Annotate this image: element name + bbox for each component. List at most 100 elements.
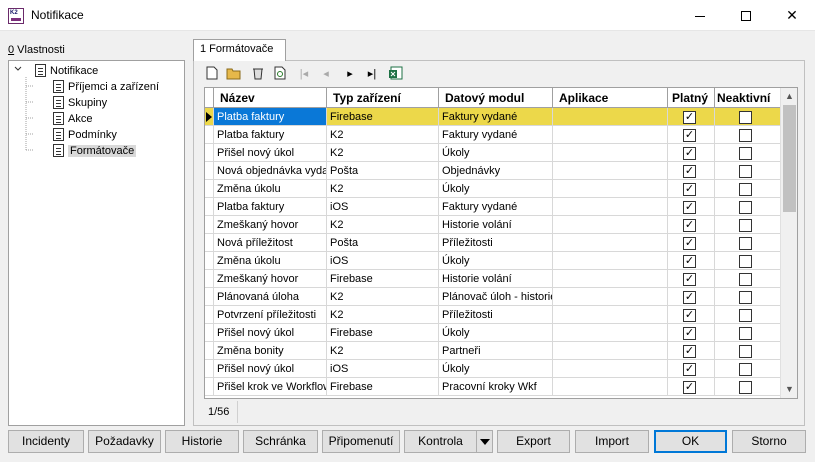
neaktivni-checkbox[interactable] xyxy=(739,327,752,340)
cell-typ[interactable]: iOS xyxy=(327,252,439,270)
cell-aplikace[interactable] xyxy=(553,108,668,126)
cell-typ[interactable]: Firebase xyxy=(327,378,439,396)
cell-aplikace[interactable] xyxy=(553,288,668,306)
incidenty-button[interactable]: Incidenty xyxy=(8,430,84,453)
cell-nazev[interactable]: Nová příležitost xyxy=(214,234,327,252)
cell-nazev[interactable]: Přišel krok ve Workflow xyxy=(214,378,327,396)
neaktivni-checkbox[interactable] xyxy=(739,309,752,322)
neaktivni-checkbox[interactable] xyxy=(739,255,752,268)
cell-nazev[interactable]: Přišel nový úkol xyxy=(214,324,327,342)
cell-modul[interactable]: Pracovní kroky Wkf xyxy=(439,378,553,396)
table-row[interactable]: Nová objednávka vyda Pošta Objednávky ✓ xyxy=(205,162,781,180)
cell-modul[interactable]: Faktury vydané xyxy=(439,198,553,216)
table-row[interactable]: Zmeškaný hovor Firebase Historie volání ✓ xyxy=(205,270,781,288)
cell-modul[interactable]: Objednávky xyxy=(439,162,553,180)
cell-nazev[interactable]: Platba faktury xyxy=(214,198,327,216)
tree-item[interactable]: Příjemci a zařízení xyxy=(53,79,159,95)
platny-checkbox[interactable]: ✓ xyxy=(683,201,696,214)
import-button[interactable]: Import xyxy=(575,430,649,453)
tab-formatovace[interactable]: 1 Formátovače xyxy=(193,39,286,61)
cell-typ[interactable]: Firebase xyxy=(327,270,439,288)
previous-record-icon[interactable]: ◂ xyxy=(318,66,334,82)
cell-aplikace[interactable] xyxy=(553,216,668,234)
table-row[interactable]: Přišel krok ve Workflow Firebase Pracovní … xyxy=(205,378,781,396)
cell-typ[interactable]: Firebase xyxy=(327,324,439,342)
first-record-icon[interactable]: |◂ xyxy=(296,66,312,82)
neaktivni-checkbox[interactable] xyxy=(739,165,752,178)
neaktivni-checkbox[interactable] xyxy=(739,237,752,250)
next-record-icon[interactable]: ▸ xyxy=(342,66,358,82)
neaktivni-checkbox[interactable] xyxy=(739,381,752,394)
cell-modul[interactable]: Plánovač úloh - historie xyxy=(439,288,553,306)
cell-aplikace[interactable] xyxy=(553,378,668,396)
platny-checkbox[interactable]: ✓ xyxy=(683,147,696,160)
cell-modul[interactable]: Historie volání xyxy=(439,270,553,288)
table-row[interactable]: Přišel nový úkol iOS Úkoly ✓ xyxy=(205,360,781,378)
platny-checkbox[interactable]: ✓ xyxy=(683,183,696,196)
neaktivni-checkbox[interactable] xyxy=(739,201,752,214)
cell-typ[interactable]: K2 xyxy=(327,144,439,162)
cell-aplikace[interactable] xyxy=(553,162,668,180)
neaktivni-checkbox[interactable] xyxy=(739,183,752,196)
refresh-icon[interactable] xyxy=(272,66,288,82)
delete-record-icon[interactable] xyxy=(250,66,266,82)
minimize-button[interactable] xyxy=(677,0,723,31)
tree-item[interactable]: Formátovače xyxy=(53,143,137,159)
platny-checkbox[interactable]: ✓ xyxy=(683,291,696,304)
cell-aplikace[interactable] xyxy=(553,234,668,252)
platny-checkbox[interactable]: ✓ xyxy=(683,237,696,250)
cell-typ[interactable]: K2 xyxy=(327,180,439,198)
cell-modul[interactable]: Úkoly xyxy=(439,144,553,162)
table-row[interactable]: Změna úkolu K2 Úkoly ✓ xyxy=(205,180,781,198)
table-row[interactable]: Změna úkolu iOS Úkoly ✓ xyxy=(205,252,781,270)
cell-typ[interactable]: Pošta xyxy=(327,234,439,252)
platny-checkbox[interactable]: ✓ xyxy=(683,381,696,394)
platny-checkbox[interactable]: ✓ xyxy=(683,327,696,340)
cell-nazev[interactable]: Plánovaná úloha xyxy=(214,288,327,306)
formatters-grid[interactable]: Název Typ zařízení Datový modul Aplikace… xyxy=(204,87,798,399)
cell-aplikace[interactable] xyxy=(553,360,668,378)
cell-modul[interactable]: Příležitosti xyxy=(439,306,553,324)
neaktivni-checkbox[interactable] xyxy=(739,345,752,358)
export-button[interactable]: Export xyxy=(497,430,570,453)
platny-checkbox[interactable]: ✓ xyxy=(683,273,696,286)
cell-typ[interactable]: Pošta xyxy=(327,162,439,180)
cell-typ[interactable]: iOS xyxy=(327,360,439,378)
cell-nazev[interactable]: Platba faktury xyxy=(214,126,327,144)
cell-typ[interactable]: K2 xyxy=(327,288,439,306)
pripomenuti-button[interactable]: Připomenutí xyxy=(322,430,400,453)
platny-checkbox[interactable]: ✓ xyxy=(683,219,696,232)
cell-modul[interactable]: Úkoly xyxy=(439,252,553,270)
neaktivni-checkbox[interactable] xyxy=(739,147,752,160)
cell-modul[interactable]: Úkoly xyxy=(439,324,553,342)
platny-checkbox[interactable]: ✓ xyxy=(683,111,696,124)
platny-checkbox[interactable]: ✓ xyxy=(683,363,696,376)
cell-modul[interactable]: Úkoly xyxy=(439,180,553,198)
cell-modul[interactable]: Faktury vydané xyxy=(439,108,553,126)
neaktivni-checkbox[interactable] xyxy=(739,273,752,286)
properties-tree[interactable]: Notifikace Příjemci a zařízení Skupiny Akce… xyxy=(8,60,185,426)
table-row[interactable]: Plánovaná úloha K2 Plánovač úloh - histori… xyxy=(205,288,781,306)
cell-modul[interactable]: Faktury vydané xyxy=(439,126,553,144)
cell-aplikace[interactable] xyxy=(553,252,668,270)
tree-item[interactable]: Akce xyxy=(53,111,92,127)
cell-nazev[interactable]: Potvrzení příležitosti xyxy=(214,306,327,324)
cell-typ[interactable]: K2 xyxy=(327,306,439,324)
cell-modul[interactable]: Úkoly xyxy=(439,360,553,378)
scroll-down-icon[interactable]: ▼ xyxy=(781,381,798,398)
open-folder-icon[interactable] xyxy=(226,66,242,82)
table-row[interactable]: Přišel nový úkol Firebase Úkoly ✓ xyxy=(205,324,781,342)
cell-nazev[interactable]: Změna úkolu xyxy=(214,252,327,270)
neaktivni-checkbox[interactable] xyxy=(739,111,752,124)
platny-checkbox[interactable]: ✓ xyxy=(683,129,696,142)
cell-typ[interactable]: K2 xyxy=(327,342,439,360)
table-row[interactable]: Zmeškaný hovor K2 Historie volání ✓ xyxy=(205,216,781,234)
table-row[interactable]: Platba faktury Firebase Faktury vydané ✓ xyxy=(205,108,781,126)
cell-nazev[interactable]: Platba faktury xyxy=(214,108,327,126)
cell-aplikace[interactable] xyxy=(553,180,668,198)
cell-aplikace[interactable] xyxy=(553,306,668,324)
cell-modul[interactable]: Partneři xyxy=(439,342,553,360)
column-header-aplikace[interactable]: Aplikace xyxy=(553,88,668,108)
platny-checkbox[interactable]: ✓ xyxy=(683,309,696,322)
last-record-icon[interactable]: ▸| xyxy=(364,66,380,82)
